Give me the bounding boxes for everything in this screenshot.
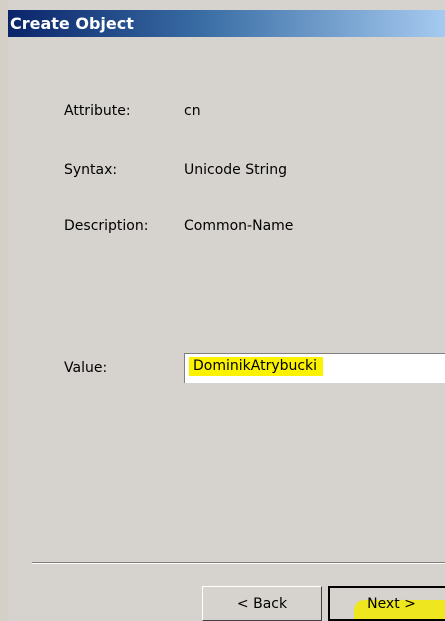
next-button[interactable]: Next > (328, 586, 445, 621)
attribute-value: cn (184, 103, 201, 119)
syntax-label: Syntax: (64, 162, 118, 178)
back-button[interactable]: < Back (202, 586, 322, 621)
value-input-text: DominikAtrybucki (189, 357, 324, 376)
dialog-title: Create Object (10, 14, 134, 33)
next-button-label: Next > (367, 595, 416, 612)
description-label: Description: (64, 218, 149, 234)
value-label: Value: (64, 360, 108, 376)
value-input[interactable]: DominikAtrybucki (184, 353, 445, 383)
syntax-value: Unicode String (184, 162, 288, 178)
description-value: Common-Name (184, 218, 294, 234)
create-object-dialog: Create Object Attribute: cn Syntax: Unic… (8, 0, 445, 621)
attribute-label: Attribute: (64, 103, 131, 119)
separator (32, 562, 445, 564)
title-bar[interactable]: Create Object (8, 10, 445, 37)
back-button-label: < Back (236, 595, 288, 612)
